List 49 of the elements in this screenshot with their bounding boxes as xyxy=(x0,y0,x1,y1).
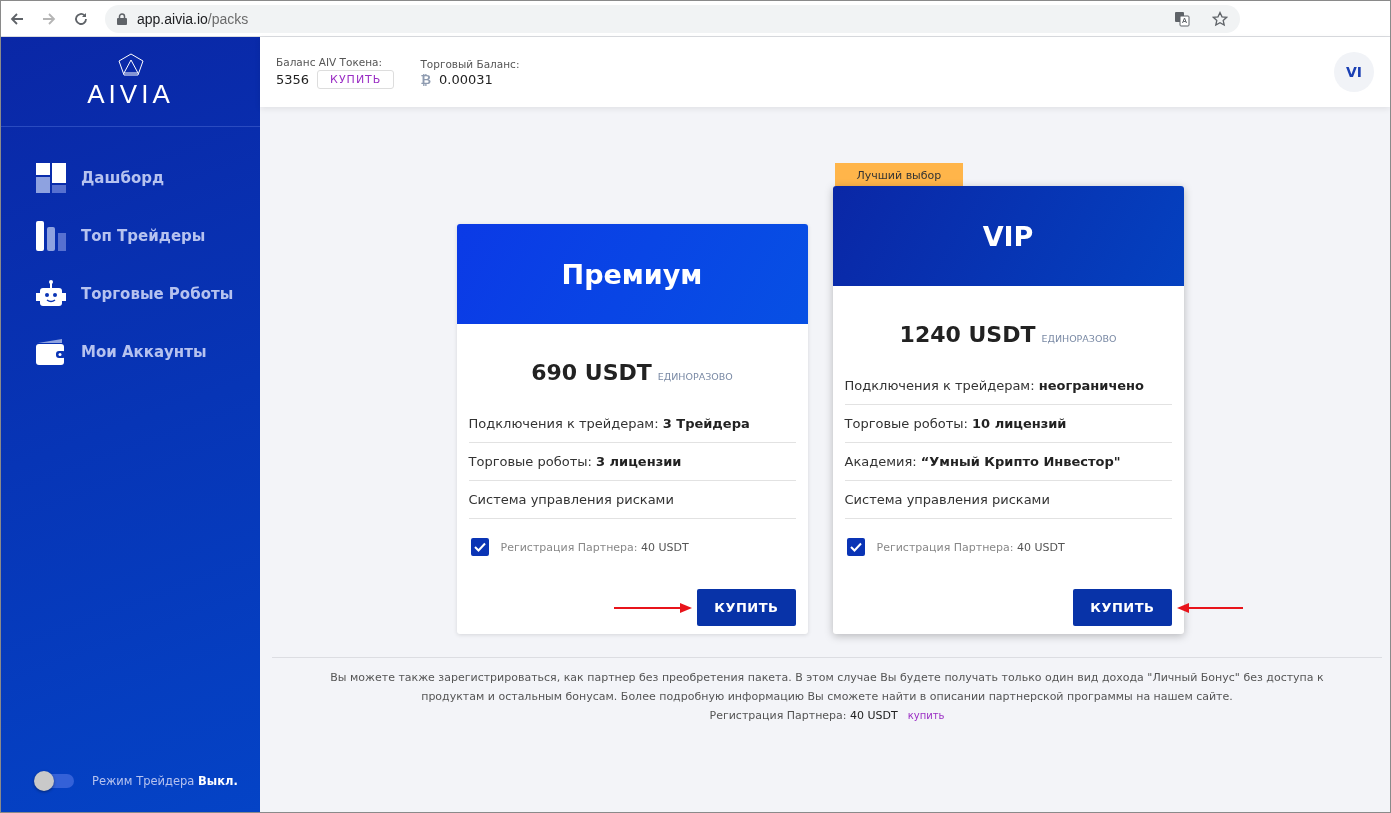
best-choice-badge: Лучший выбор xyxy=(834,163,964,186)
partner-checkbox[interactable] xyxy=(470,538,489,556)
token-balance-value: 5356 xyxy=(276,71,310,87)
pointer-arrow xyxy=(1177,603,1244,613)
partner-info-text: Вы можете также зарегистрироваться, как партнер без преобретения пакета. В этом случае Вы будете получать только один вид дохода "Личный Бонус" без доступа к продуктам и остальным бонусам. Более подробную информацию Вы сможете найти в описании партнерской программы на нашем сайте. xyxy=(329,670,1325,705)
plan-feature: Система управления рисками xyxy=(468,481,796,519)
trading-balance-label: Торговый Баланс: xyxy=(420,57,520,70)
trader-mode-toggle[interactable] xyxy=(36,774,74,788)
user-avatar[interactable]: VI xyxy=(1334,52,1374,92)
reload-icon[interactable] xyxy=(73,10,89,27)
logo-text: AIVIA xyxy=(87,79,174,110)
address-bar[interactable]: app.aivia.io/packs xyxy=(105,4,1240,33)
plan-price: 690 USDT xyxy=(531,360,652,385)
partner-registration-label: Регистрация Партнера: 40 USDT xyxy=(500,540,689,554)
plan-feature: Система управления рисками xyxy=(844,481,1172,519)
plan-feature: Торговые роботы: 3 лицензии xyxy=(468,443,796,481)
trading-balance-value: 0.00031 xyxy=(439,71,493,87)
plan-price: 1240 USDT xyxy=(899,322,1036,347)
robot-icon xyxy=(36,279,66,309)
plan-feature: Торговые роботы: 10 лицензий xyxy=(844,405,1172,443)
lock-icon xyxy=(117,12,127,25)
partner-registration-label: Регистрация Партнера: 40 USDT xyxy=(876,540,1065,554)
dashboard-icon xyxy=(36,163,66,193)
plan-feature: Подключения к трейдерам: 3 Трейдера xyxy=(468,405,796,443)
back-icon[interactable] xyxy=(9,10,25,27)
logo-mark-icon xyxy=(116,53,145,77)
trader-mode-label: Режим Трейдера Выкл. xyxy=(92,774,238,788)
sidebar-item[interactable]: Топ Трейдеры xyxy=(36,221,260,251)
token-balance-label: Баланс AIV Токена: xyxy=(276,55,384,68)
buy-link[interactable]: купить xyxy=(907,706,945,725)
partner-registration-price: Регистрация Партнера: 40 USDT xyxy=(709,708,898,724)
price-period: ЕДИНОРАЗОВО xyxy=(1041,333,1117,344)
bitcoin-symbol: ₿ xyxy=(420,71,431,87)
plan-feature: Подключения к трейдерам: неограничено xyxy=(844,367,1172,405)
wallet-icon xyxy=(36,337,66,367)
buy-tokens-button[interactable]: КУПИТЬ xyxy=(317,69,395,89)
plan-title: Премиум xyxy=(561,258,703,290)
translate-icon[interactable] xyxy=(1174,10,1190,27)
sidebar-item[interactable]: Дашборд xyxy=(36,163,260,193)
plan-feature: Академия: “Умный Крипто Инвестор" xyxy=(844,443,1172,481)
buy-plan-button[interactable]: КУПИТЬ xyxy=(697,589,796,626)
partner-checkbox[interactable] xyxy=(846,538,865,556)
sidebar-item[interactable]: Мои Аккаунты xyxy=(36,337,260,367)
price-period: ЕДИНОРАЗОВО xyxy=(657,371,733,382)
buy-plan-button[interactable]: КУПИТЬ xyxy=(1073,589,1172,626)
bar-chart-icon xyxy=(36,221,66,251)
sidebar-item[interactable]: Торговые Роботы xyxy=(36,279,260,309)
plan-title: VIP xyxy=(982,220,1034,252)
star-icon[interactable] xyxy=(1212,10,1228,27)
